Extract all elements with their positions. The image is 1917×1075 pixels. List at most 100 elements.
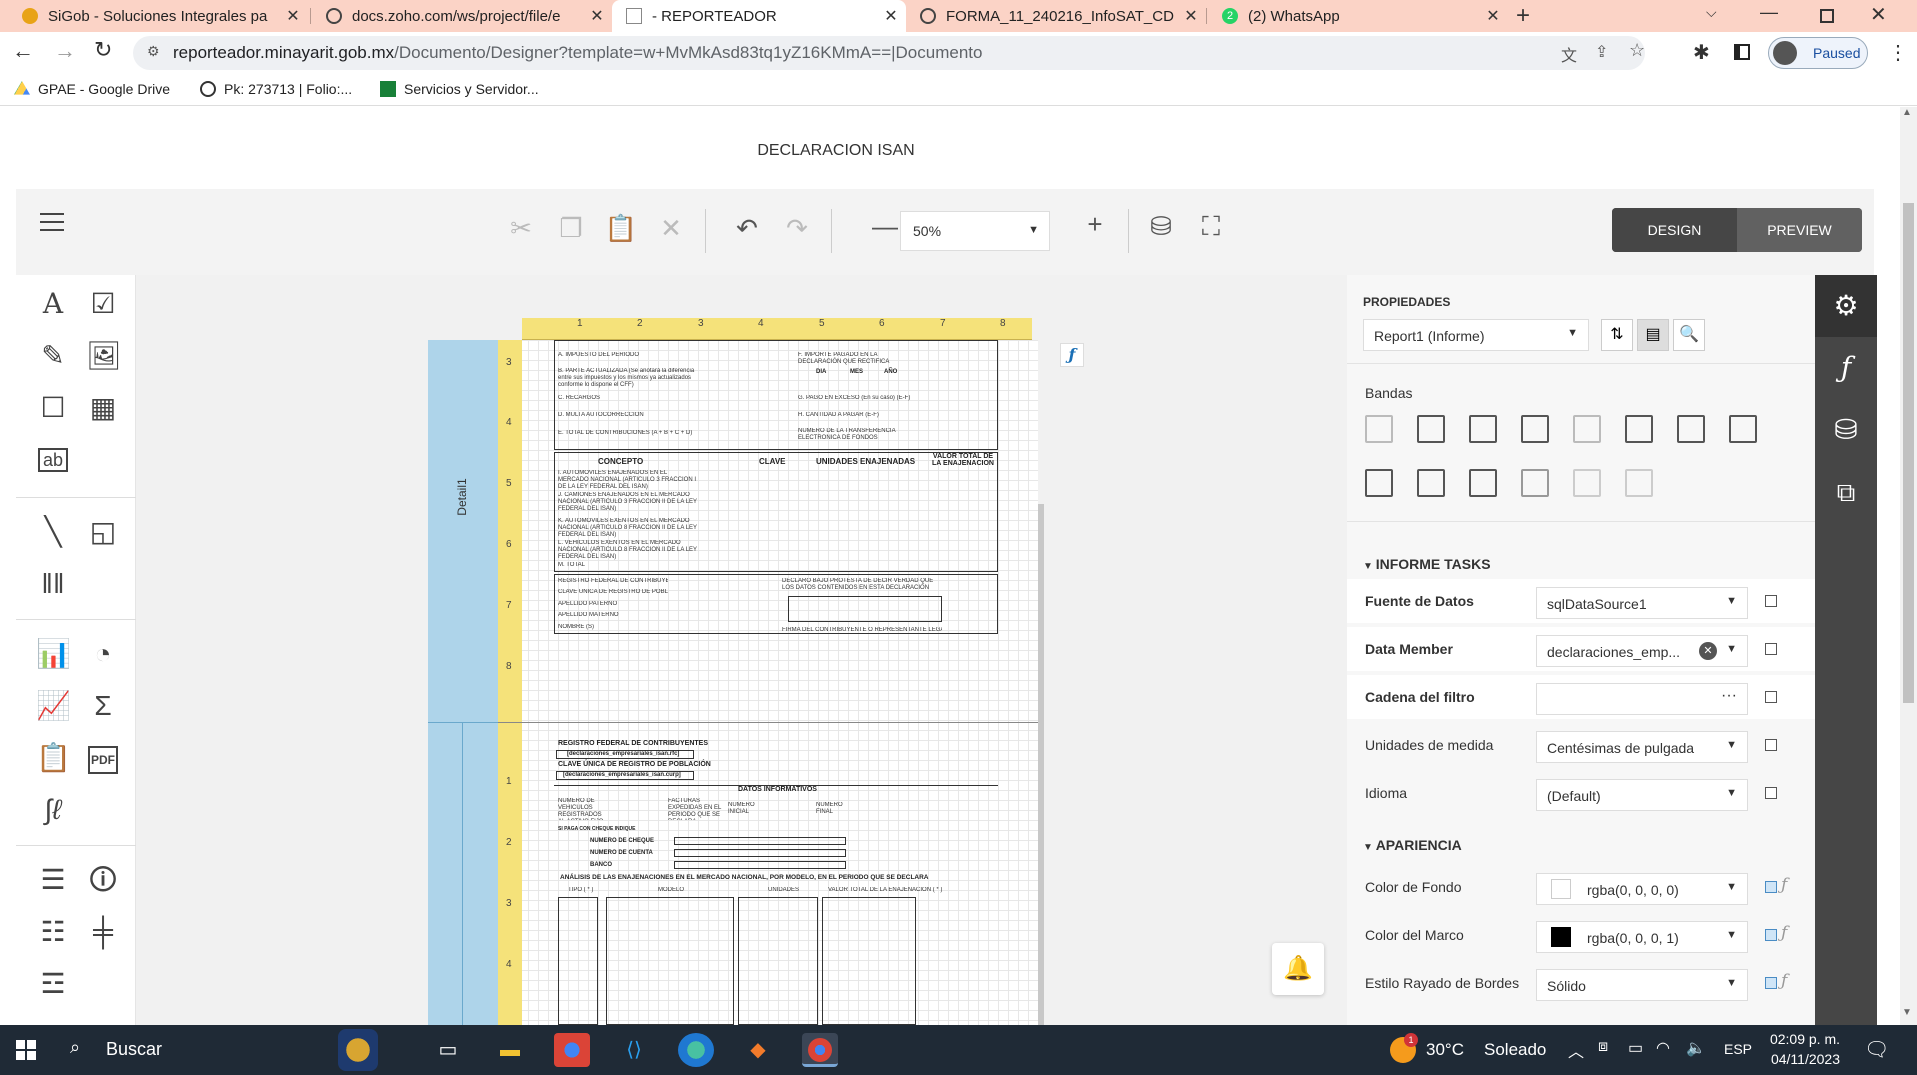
analysis-col[interactable] (606, 897, 734, 1025)
bookmark-pk[interactable]: Pk: 273713 | Folio:... (200, 81, 352, 97)
delete-icon[interactable]: ✕ (654, 213, 688, 244)
prop-checkbox[interactable] (1765, 977, 1777, 989)
redo-icon[interactable]: ↷ (780, 213, 814, 244)
database-icon[interactable]: ⛁ (1815, 399, 1877, 461)
volume-icon[interactable]: 🔈 (1686, 1038, 1706, 1058)
chrome-active-icon[interactable] (802, 1033, 838, 1067)
datasource-select[interactable]: sqlDataSource1 ▼ (1536, 587, 1748, 619)
page-header-band-icon[interactable] (1469, 415, 1497, 443)
language-select[interactable]: (Default) ▼ (1536, 779, 1748, 811)
copy-icon[interactable]: ❐ (554, 213, 588, 244)
page-scrollbar[interactable]: ▲ ▼ (1900, 107, 1917, 1025)
signature-tool-icon[interactable]: ∫ℓ (36, 793, 70, 827)
report-explorer-icon[interactable]: ⧉ (1815, 461, 1877, 523)
summary-tool-icon[interactable]: Σ (86, 689, 120, 723)
banco-field[interactable] (674, 861, 846, 869)
analysis-col[interactable] (558, 897, 598, 1025)
rfc-field[interactable]: [declaraciones_empresariales_isan.rfc] (556, 750, 694, 759)
cut-icon[interactable]: ✂ (504, 213, 538, 244)
tray-chevron-up-icon[interactable]: ︿ (1568, 1038, 1584, 1062)
scroll-up-icon[interactable]: ▲ (1902, 107, 1912, 118)
gear-icon[interactable]: ⚙ (1815, 275, 1877, 337)
app-diamond-icon[interactable]: ◆ (740, 1033, 776, 1067)
tab-search-chevron-icon[interactable]: ⌵ (1706, 4, 1717, 21)
scroll-thumb[interactable] (1903, 203, 1914, 703)
page-footer-band-icon[interactable] (1365, 469, 1393, 497)
page-break-tool-icon[interactable]: ☷ (36, 915, 70, 949)
expressions-fx-icon[interactable]: ƒ (1815, 337, 1877, 399)
panel-tool-icon[interactable]: ☐ (36, 391, 70, 425)
chart-tool-icon[interactable]: 📊 (36, 637, 71, 671)
device-icon[interactable]: ⧈ (1598, 1038, 1608, 1056)
table-of-contents-tool-icon[interactable]: ☰ (36, 863, 70, 897)
wifi-icon[interactable]: ◠ (1656, 1038, 1670, 1058)
close-window-icon[interactable]: ✕ (1870, 2, 1887, 27)
bookmark-servicios[interactable]: Servicios y Servidor... (380, 81, 539, 97)
report-footer-band-icon[interactable] (1729, 415, 1757, 443)
tab-reporteador[interactable]: - REPORTEADOR ✕ (612, 0, 906, 32)
label-tool-icon[interactable]: A (36, 287, 70, 321)
borderdash-select[interactable]: Sólido ▼ (1536, 969, 1748, 1001)
prop-checkbox[interactable] (1765, 739, 1777, 751)
preview-tab[interactable]: PREVIEW (1737, 208, 1862, 252)
sort-alphabetical-icon[interactable]: ⇅ (1601, 319, 1633, 351)
search-highlight-icon[interactable] (338, 1029, 378, 1071)
object-select[interactable]: Report1 (Informe) ▼ (1363, 319, 1589, 351)
picture-tool-icon[interactable]: 🖼 (86, 339, 122, 373)
battery-icon[interactable]: ▭ (1628, 1038, 1643, 1058)
search-icon[interactable]: ⌕ (70, 1037, 80, 1058)
prop-checkbox[interactable] (1765, 643, 1777, 655)
tab-forma11[interactable]: FORMA_11_240216_InfoSAT_CD ✕ (906, 0, 1206, 32)
vertical-total-band-icon[interactable] (1625, 469, 1653, 497)
new-tab-icon[interactable]: + (1516, 2, 1530, 30)
more-menu-icon[interactable]: ⋮ (1888, 40, 1908, 65)
table-tool-icon[interactable]: ▦ (86, 391, 120, 425)
prop-checkbox[interactable] (1765, 595, 1777, 607)
character-comb-tool-icon[interactable]: ab (38, 448, 68, 472)
report-page[interactable]: 3 4 5 6 7 8 1 2 3 4 A. IMPUESTO DEL PERI… (498, 340, 1038, 1025)
detail-report-band-icon[interactable] (1625, 415, 1653, 443)
close-tab-icon[interactable]: ✕ (278, 6, 308, 26)
rich-text-tool-icon[interactable]: ✎ (36, 339, 70, 373)
prop-checkbox[interactable] (1765, 929, 1777, 941)
hamburger-menu-icon[interactable] (40, 213, 64, 231)
extensions-puzzle-icon[interactable]: ✱ (1693, 40, 1710, 65)
paste-icon[interactable]: 📋 (604, 213, 638, 244)
signature-box[interactable] (788, 596, 942, 622)
translate-icon[interactable]: 文 (1561, 42, 1577, 66)
expression-fx-icon[interactable]: ƒ (1781, 971, 1787, 991)
site-info-icon[interactable]: ⚙ (147, 43, 160, 60)
analysis-col[interactable] (822, 897, 916, 1025)
tab-whatsapp[interactable]: 2 (2) WhatsApp ✕ (1208, 0, 1508, 32)
share-icon[interactable]: ⇪ (1595, 42, 1608, 62)
appearance-section[interactable]: ▼ APARIENCIA (1363, 837, 1462, 853)
scroll-down-icon[interactable]: ▼ (1902, 1007, 1912, 1018)
notifications-icon[interactable]: 🗨 (1864, 1037, 1889, 1062)
address-bar[interactable]: ⚙ reporteador.minayarit.gob.mx/Documento… (133, 36, 1645, 70)
checkbox-tool-icon[interactable]: ☑ (86, 287, 120, 321)
bookmark-gpae[interactable]: GPAE - Google Drive (14, 81, 170, 97)
curp-field[interactable]: [declaraciones_empresariales_isan.curp] (556, 771, 694, 780)
pdf-content-tool-icon[interactable]: PDF (88, 746, 118, 774)
search-icon[interactable]: 🔍 (1673, 319, 1705, 351)
analysis-col[interactable] (738, 897, 818, 1025)
subreport-tool-icon[interactable]: 📋 (36, 741, 71, 775)
task-view-icon[interactable]: ▭ (430, 1033, 466, 1067)
detail-band-icon[interactable] (1573, 415, 1601, 443)
validate-database-icon[interactable]: ⛁ (1144, 211, 1178, 242)
bottom-margin-band-icon[interactable] (1417, 469, 1445, 497)
line-tool-icon[interactable]: ╲ (36, 515, 70, 549)
tab-zoho[interactable]: docs.zoho.com/ws/project/file/e ✕ (312, 0, 612, 32)
vscode-icon[interactable]: ⟨⟩ (616, 1033, 652, 1067)
band-detail1-strip[interactable]: Detail1 (428, 340, 498, 1025)
undo-icon[interactable]: ↶ (730, 213, 764, 244)
chrome-icon[interactable] (554, 1033, 590, 1067)
units-select[interactable]: Centésimas de pulgada ▼ (1536, 731, 1748, 763)
side-panel-icon[interactable] (1734, 44, 1750, 60)
top-margin-band-icon[interactable] (1365, 415, 1393, 443)
close-tab-icon[interactable]: ✕ (582, 6, 612, 26)
expression-fx-icon[interactable]: ƒ (1781, 923, 1787, 943)
clock-time[interactable]: 02:09 p. m. (1766, 1031, 1840, 1047)
group-footer-band-icon[interactable] (1677, 415, 1705, 443)
maximize-icon[interactable] (1820, 9, 1834, 23)
